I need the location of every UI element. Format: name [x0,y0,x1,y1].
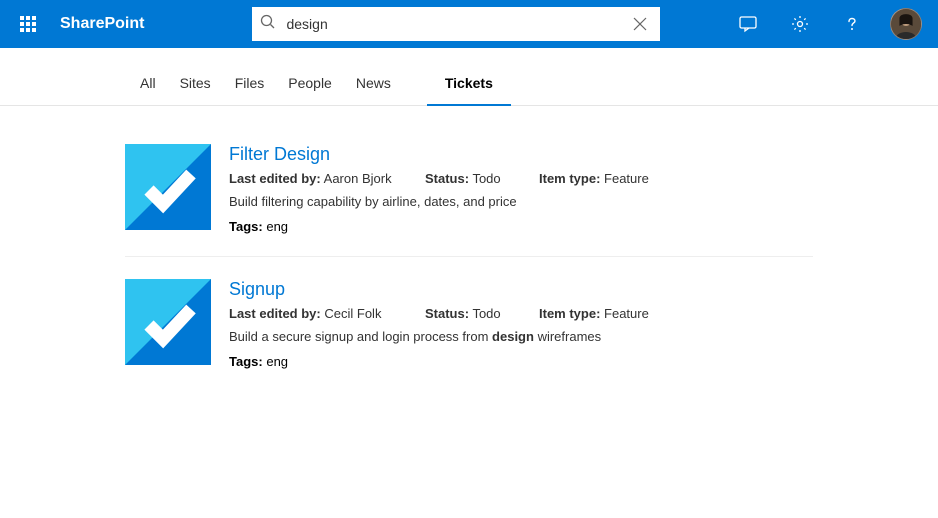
tab-news[interactable]: News [356,75,391,105]
result-description: Build filtering capability by airline, d… [229,194,813,209]
result-description: Build a secure signup and login process … [229,329,813,344]
search-results: Filter Design Last edited by: Aaron Bjor… [0,106,938,391]
result-tags: Tags: eng [229,219,813,234]
result-item: Signup Last edited by: Cecil Folk Status… [125,279,813,391]
tab-all[interactable]: All [140,75,156,105]
help-icon[interactable] [830,0,874,48]
search-box [252,7,660,41]
meta-label-status: Status: [425,306,469,321]
result-title-link[interactable]: Signup [229,279,813,300]
search-icon [260,14,276,35]
user-avatar[interactable] [890,8,922,40]
meta-value-editor: Cecil Folk [324,306,381,321]
meta-value-editor: Aaron Bjork [324,171,392,186]
result-tags: Tags: eng [229,354,813,369]
brand-label[interactable]: SharePoint [60,15,144,33]
meta-label-editor: Last edited by: [229,306,321,321]
tab-sites[interactable]: Sites [180,75,211,105]
feedback-icon[interactable] [726,0,770,48]
meta-label-type: Item type: [539,306,600,321]
suite-header: SharePoint [0,0,938,48]
clear-search-icon[interactable] [628,12,652,36]
result-item: Filter Design Last edited by: Aaron Bjor… [125,144,813,257]
meta-value-status: Todo [472,171,500,186]
meta-value-type: Feature [604,306,649,321]
search-input[interactable] [286,16,628,32]
meta-label-status: Status: [425,171,469,186]
tab-people[interactable]: People [288,75,332,105]
meta-label-editor: Last edited by: [229,171,321,186]
tab-files[interactable]: Files [235,75,265,105]
tab-tickets[interactable]: Tickets [445,75,493,105]
result-thumbnail-icon [125,279,211,365]
meta-value-type: Feature [604,171,649,186]
meta-label-type: Item type: [539,171,600,186]
search-tabs: All Sites Files People News Tickets [0,48,938,106]
app-launcher-icon[interactable] [8,4,48,44]
meta-value-status: Todo [472,306,500,321]
settings-icon[interactable] [778,0,822,48]
result-thumbnail-icon [125,144,211,230]
result-title-link[interactable]: Filter Design [229,144,813,165]
